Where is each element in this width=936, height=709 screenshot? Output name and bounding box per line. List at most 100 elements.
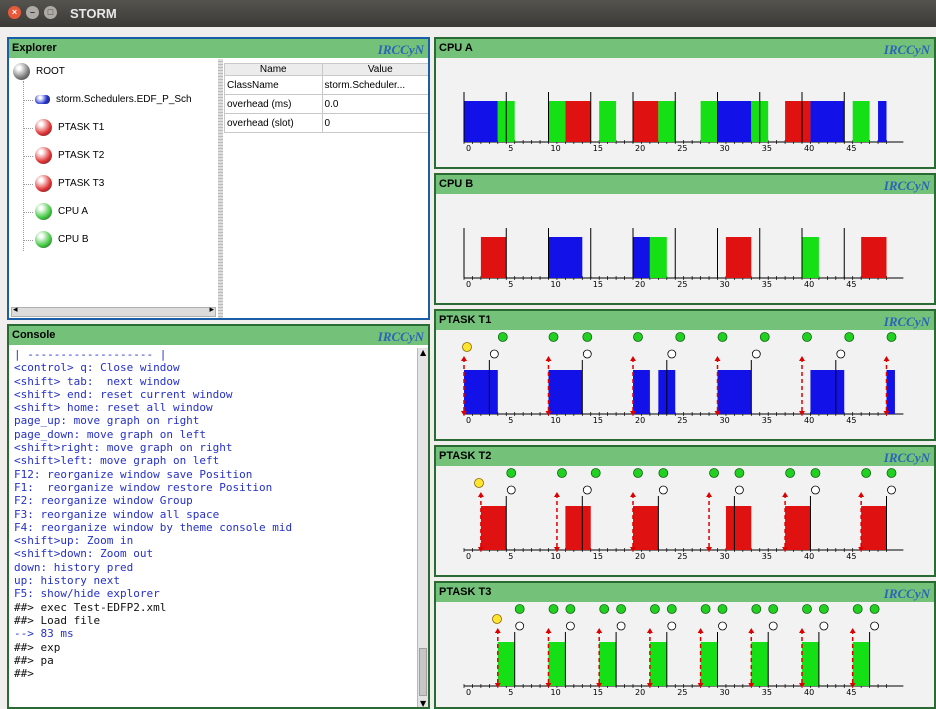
console-line: <shift> home: reset all window <box>14 401 213 415</box>
scrollbar-thumb[interactable] <box>419 648 427 696</box>
tick-label: 20 <box>635 416 645 425</box>
release-arrow-head <box>545 356 552 361</box>
tick-label: 15 <box>593 144 603 153</box>
tree-horizontal-scrollbar[interactable]: ◂ ▸ <box>11 305 216 317</box>
execution-bar <box>633 506 659 550</box>
tick-label: 30 <box>720 280 730 289</box>
console-vertical-scrollbar[interactable]: ▲ ▼ <box>417 348 428 707</box>
execution-bar <box>700 642 718 686</box>
prop-value[interactable]: 0 <box>321 113 428 133</box>
end-event-icon <box>667 349 677 359</box>
prop-name: overhead (ms) <box>224 94 323 114</box>
execution-bar <box>548 370 583 414</box>
execution-bar <box>599 642 617 686</box>
console-output[interactable]: | ------------------- | <control> q: Clos… <box>14 348 417 691</box>
execution-bar <box>565 506 591 550</box>
state-event-icon <box>666 604 677 614</box>
end-event-icon <box>887 485 896 495</box>
execution-bar <box>878 101 887 142</box>
prop-value[interactable]: storm.Scheduler... <box>321 75 428 95</box>
tree-line <box>23 81 24 251</box>
graph-header: PTASK T1 IRCCyN <box>436 311 934 330</box>
end-event-icon <box>811 485 820 495</box>
execution-bar <box>548 101 566 142</box>
state-event-icon <box>709 468 719 478</box>
console-line: <shift>up: Zoom in <box>14 534 134 548</box>
properties-table: Name Value ClassName storm.Scheduler... ov… <box>224 63 428 133</box>
column-header-name[interactable]: Name <box>224 63 323 76</box>
console-line: <shift>down: Zoom out <box>14 547 154 561</box>
scroll-up-icon[interactable]: ▲ <box>420 348 426 357</box>
table-row[interactable]: overhead (ms) 0.0 <box>224 94 428 114</box>
tree-node[interactable]: CPU A <box>35 201 88 223</box>
graph-pane-ptask-t2: PTASK T2 IRCCyN 0 5 10 15 20 25 30 35 40 45 <box>434 445 936 577</box>
tree-node[interactable]: PTASK T1 <box>35 117 104 139</box>
tick-label: 30 <box>720 416 730 425</box>
explorer-tree: ROOT storm.Schedulers.EDF_P_Sch PTASK T1 PT… <box>13 61 221 318</box>
tick-label: 45 <box>846 552 856 561</box>
state-event-icon <box>548 604 559 614</box>
tree-node[interactable]: PTASK T3 <box>35 173 104 195</box>
execution-bar <box>649 642 667 686</box>
tick-label: 30 <box>720 688 730 697</box>
console-line: page_down: move graph on left <box>14 427 207 441</box>
release-arrow-head <box>494 628 501 633</box>
state-event-icon <box>497 332 508 342</box>
tree-node[interactable]: PTASK T2 <box>35 145 104 167</box>
console-line: page_up: move graph on right <box>14 414 200 428</box>
tick-label: 5 <box>508 280 513 289</box>
tick-label: 0 <box>466 688 471 697</box>
tree-line <box>23 184 33 185</box>
release-arrow-head <box>858 492 865 497</box>
timeline-chart[interactable]: 0 5 10 15 20 25 30 35 40 45 <box>436 466 936 577</box>
tree-node[interactable]: CPU B <box>35 229 89 251</box>
tick-label: 35 <box>762 416 772 425</box>
graph-title: PTASK T2 <box>439 450 492 462</box>
close-icon[interactable]: × <box>8 6 21 19</box>
tick-label: 10 <box>551 144 561 153</box>
end-event-icon <box>836 349 846 359</box>
state-event-icon <box>658 468 669 478</box>
state-event-icon <box>768 604 779 614</box>
node-ball-icon <box>35 202 52 220</box>
graph-title: PTASK T3 <box>439 586 492 598</box>
state-event-icon <box>590 468 601 478</box>
column-header-value[interactable]: Value <box>321 63 428 76</box>
explorer-header: Explorer IRCCyN <box>9 39 428 58</box>
state-event-icon <box>717 604 728 614</box>
tree-node[interactable]: storm.Schedulers.EDF_P_Sch <box>35 89 192 111</box>
tick-label: 20 <box>635 280 645 289</box>
scroll-right-icon[interactable]: ▸ <box>209 305 214 315</box>
tick-label: 15 <box>593 688 603 697</box>
state-event-icon <box>582 332 593 342</box>
release-arrow-head <box>799 356 805 361</box>
scroll-left-icon[interactable]: ◂ <box>13 305 18 315</box>
state-event-icon <box>734 468 745 478</box>
end-event-icon <box>616 621 626 631</box>
splitter[interactable] <box>218 59 223 318</box>
maximize-icon[interactable]: □ <box>44 6 57 19</box>
timeline-chart[interactable]: 0 5 10 15 20 25 30 35 40 45 <box>436 602 936 709</box>
execution-bar <box>802 237 819 278</box>
table-row[interactable]: overhead (slot) 0 <box>224 113 428 133</box>
execution-bar <box>785 101 811 142</box>
minimize-icon[interactable]: – <box>26 6 39 19</box>
execution-bar <box>700 101 718 142</box>
execution-bar <box>852 101 870 142</box>
timeline-chart[interactable]: 0 5 10 15 20 25 30 35 40 45 <box>436 330 936 441</box>
tick-label: 45 <box>846 280 856 289</box>
irccyn-logo: IRCCyN <box>883 450 930 465</box>
timeline-chart[interactable]: 0 5 10 15 20 25 30 35 40 45 <box>436 194 936 305</box>
state-event-icon <box>565 604 576 614</box>
explorer-pane: Explorer IRCCyN ROOT storm.Schedulers.EDF… <box>7 37 430 320</box>
console-line: F1: reorganize window restore Position <box>14 480 273 494</box>
timeline-chart[interactable]: 0 5 10 15 20 25 30 35 40 45 <box>436 58 936 169</box>
end-event-icon <box>734 485 744 495</box>
tick-label: 10 <box>551 280 561 289</box>
prop-value[interactable]: 0.0 <box>321 94 428 114</box>
tick-label: 0 <box>466 552 471 561</box>
scroll-down-icon[interactable]: ▼ <box>420 699 426 707</box>
table-row[interactable]: ClassName storm.Scheduler... <box>224 75 428 95</box>
tree-node-label: storm.Schedulers.EDF_P_Sch <box>56 94 192 105</box>
tree-node[interactable]: ROOT <box>13 61 65 83</box>
